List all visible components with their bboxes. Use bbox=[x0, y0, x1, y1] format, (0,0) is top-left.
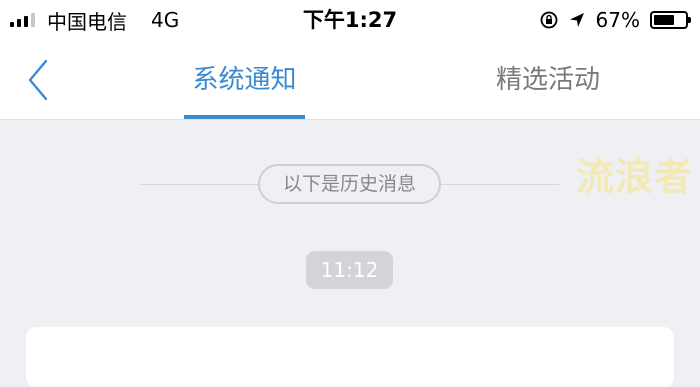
tab-featured-activities[interactable]: 精选活动 bbox=[486, 58, 610, 102]
message-time-badge: 11:12 bbox=[306, 251, 393, 289]
message-card[interactable] bbox=[26, 327, 674, 387]
chevron-left-icon[interactable] bbox=[20, 58, 60, 102]
active-tab-indicator bbox=[184, 115, 305, 119]
status-right: 67% bbox=[540, 6, 691, 34]
battery-tip bbox=[688, 17, 691, 23]
rotation-lock-icon bbox=[540, 11, 557, 29]
battery-percent: 67% bbox=[595, 8, 640, 32]
divider-left bbox=[140, 184, 258, 185]
tab-system-notifications[interactable]: 系统通知 bbox=[184, 58, 305, 102]
history-messages-label: 以下是历史消息 bbox=[258, 164, 441, 204]
battery-fill bbox=[654, 15, 674, 25]
nav-bar: 系统通知 精选活动 bbox=[0, 40, 700, 120]
watermark-text: 流浪者 bbox=[576, 155, 694, 199]
battery-icon bbox=[650, 11, 691, 29]
divider-right bbox=[441, 184, 559, 185]
status-bar: 中国电信 4G 下午1:27 67% bbox=[0, 0, 700, 40]
location-arrow-icon bbox=[569, 13, 584, 27]
